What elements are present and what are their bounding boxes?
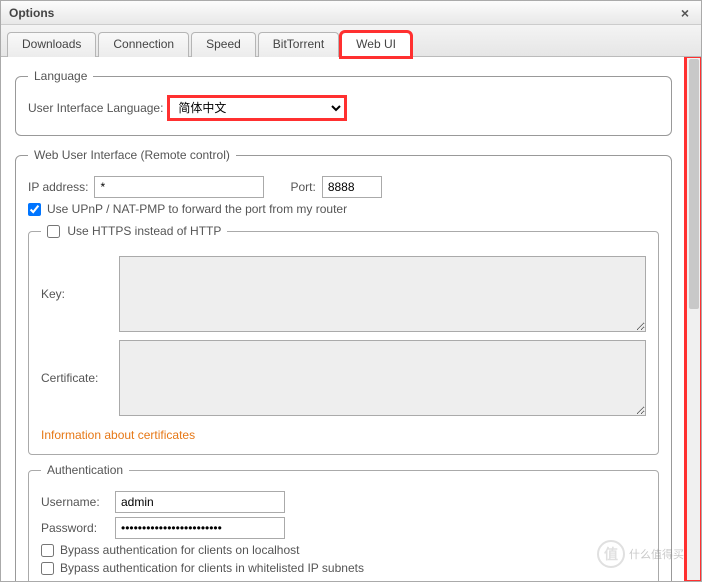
key-label: Key:: [41, 287, 111, 301]
titlebar: Options ×: [1, 1, 701, 25]
password-input[interactable]: [115, 517, 285, 539]
key-textarea[interactable]: [119, 256, 646, 332]
password-label: Password:: [41, 521, 109, 535]
options-dialog: Options × Downloads Connection Speed Bit…: [0, 0, 702, 582]
ip-input[interactable]: [94, 176, 264, 198]
cert-label: Certificate:: [41, 371, 111, 385]
webui-legend: Web User Interface (Remote control): [28, 148, 236, 162]
tab-connection[interactable]: Connection: [98, 32, 189, 57]
bypass-localhost-label: Bypass authentication for clients on loc…: [60, 543, 299, 557]
language-legend: Language: [28, 69, 93, 83]
upnp-checkbox[interactable]: [28, 203, 41, 216]
cert-textarea[interactable]: [119, 340, 646, 416]
tab-bittorrent[interactable]: BitTorrent: [258, 32, 339, 57]
bypass-whitelist-checkbox[interactable]: [41, 562, 54, 575]
language-fieldset: Language User Interface Language: 简体中文: [15, 69, 672, 136]
auth-fieldset: Authentication Username: Password: Bypas…: [28, 463, 659, 581]
language-select[interactable]: 简体中文: [169, 97, 345, 119]
auth-legend: Authentication: [41, 463, 129, 477]
upnp-label: Use UPnP / NAT-PMP to forward the port f…: [47, 202, 347, 216]
username-input[interactable]: [115, 491, 285, 513]
cert-info-link[interactable]: Information about certificates: [41, 428, 195, 442]
bypass-localhost-checkbox[interactable]: [41, 544, 54, 557]
content-pane: Language User Interface Language: 简体中文 W…: [1, 57, 686, 581]
bypass-whitelist-label: Bypass authentication for clients in whi…: [60, 561, 364, 575]
tab-speed[interactable]: Speed: [191, 32, 256, 57]
port-label: Port:: [290, 180, 315, 194]
port-input[interactable]: [322, 176, 382, 198]
https-checkbox[interactable]: [47, 225, 60, 238]
close-icon[interactable]: ×: [677, 5, 693, 21]
tab-downloads[interactable]: Downloads: [7, 32, 96, 57]
scrollbar-thumb[interactable]: [689, 59, 699, 309]
window-title: Options: [9, 6, 54, 20]
tab-webui[interactable]: Web UI: [341, 32, 411, 57]
ip-label: IP address:: [28, 180, 88, 194]
language-label: User Interface Language:: [28, 101, 163, 115]
webui-fieldset: Web User Interface (Remote control) IP a…: [15, 148, 672, 581]
tabbar: Downloads Connection Speed BitTorrent We…: [1, 25, 701, 57]
https-fieldset: Use HTTPS instead of HTTP Key: Certifica…: [28, 224, 659, 455]
scrollbar[interactable]: [686, 57, 701, 581]
https-legend: Use HTTPS instead of HTTP: [67, 224, 221, 238]
username-label: Username:: [41, 495, 109, 509]
